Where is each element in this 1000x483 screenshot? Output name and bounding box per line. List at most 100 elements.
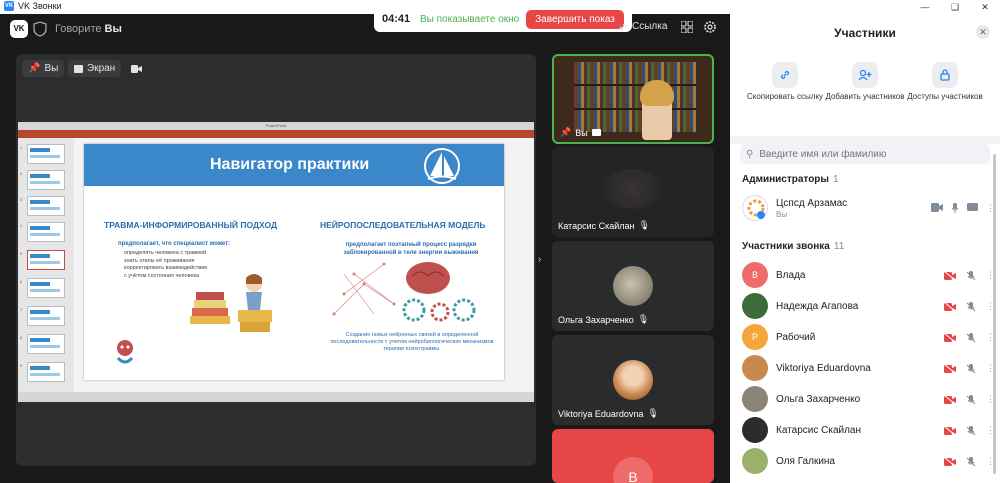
slide-thumb: 6 (20, 278, 65, 298)
copy-link-button[interactable]: Ссылка (618, 21, 667, 32)
participant-name: Viktoriya Eduardovna (776, 363, 871, 374)
tile-name: Вы (575, 127, 588, 138)
screen-share-icon[interactable] (967, 203, 978, 212)
participant-row[interactable]: В Влада ⋮ (742, 262, 995, 290)
camera-off-icon[interactable] (944, 456, 956, 467)
participant-row[interactable]: Р Рабочий ⋮ (742, 324, 995, 352)
participant-tile[interactable]: Ольга Захарченко 🎙 (552, 241, 714, 331)
mic-off-icon[interactable] (966, 270, 976, 281)
left-lead: предполагает, что специалист может: (118, 241, 231, 247)
pin-icon: 📌 (560, 127, 572, 137)
participants-panel: Участники ✕ Скопировать ссылку Добавить … (730, 14, 1000, 483)
link-label: Ссылка (632, 21, 668, 32)
participant-name: Ольга Захарченко (776, 394, 861, 405)
close-icon[interactable]: ✕ (976, 25, 990, 39)
avatar (742, 355, 768, 381)
mic-off-icon[interactable] (966, 332, 976, 343)
more-icon[interactable]: ⋮ (986, 363, 995, 374)
participant-row[interactable]: Viktoriya Eduardovna ⋮ (742, 355, 995, 383)
camera-off-icon[interactable] (944, 425, 956, 436)
camera-off-icon[interactable] (944, 394, 956, 405)
mic-icon[interactable] (951, 203, 959, 213)
participant-tile-me[interactable]: 📌 Вы (552, 54, 714, 144)
slide-thumbnails: 1 2 3 4 5 6 7 8 9 (18, 138, 74, 392)
admin-sub: Вы (776, 210, 788, 219)
window-title: VK Звонки (18, 1, 62, 11)
left-heading: ТРАВМА-ИНФОРМИРОВАННЫЙ ПОДХОД (104, 220, 278, 230)
avatar: В (742, 262, 768, 288)
pinned-chip[interactable]: 📌 Вы (22, 60, 65, 77)
participant-controls: ⋮ (944, 332, 995, 343)
admin-controls: ⋮ (931, 203, 995, 214)
slide-thumb: 8 (20, 334, 65, 354)
participant-controls: ⋮ (944, 425, 995, 436)
minimize-icon[interactable]: — (910, 0, 940, 14)
add-participants-action[interactable]: Добавить участников (825, 62, 905, 102)
participant-tile[interactable]: В (552, 429, 714, 483)
camera-icon[interactable] (931, 203, 943, 212)
maximize-icon[interactable]: ❑ (940, 0, 970, 14)
slide-thumb-selected: 5 (20, 250, 65, 270)
tile-name: Ольга Захарченко (558, 314, 634, 325)
mic-off-icon[interactable] (966, 394, 976, 405)
more-icon[interactable]: ⋮ (986, 332, 995, 343)
participant-controls: ⋮ (944, 270, 995, 281)
participant-tile[interactable]: Катарсис Скайлан 🎙 (552, 147, 714, 237)
more-icon[interactable]: ⋮ (986, 425, 995, 436)
camera-off-icon[interactable] (944, 332, 956, 343)
gear-icon[interactable] (703, 20, 717, 34)
search-input[interactable] (759, 148, 970, 160)
screen-chip[interactable]: Экран (68, 60, 122, 77)
avatar-initial: В (613, 457, 653, 483)
slide-title: Навигатор практики (210, 156, 370, 173)
window-controls: — ❑ ✕ (910, 0, 1000, 14)
slide-title-bar: Навигатор практики (84, 144, 504, 186)
shield-icon[interactable] (33, 21, 47, 37)
tile-label: Viktoriya Eduardovna 🎙 (558, 408, 659, 419)
more-icon[interactable]: ⋮ (986, 203, 995, 214)
ppt-ribbon (18, 130, 534, 138)
more-icon[interactable]: ⋮ (986, 394, 995, 405)
slide-thumb: 1 (20, 144, 65, 164)
mic-off-icon[interactable] (966, 456, 976, 467)
mic-off-icon: 🎙 (647, 408, 659, 418)
slide-thumb: 2 (20, 170, 65, 190)
close-icon[interactable]: ✕ (970, 0, 1000, 14)
add-user-icon (852, 62, 878, 88)
participant-controls: ⋮ (944, 301, 995, 312)
participant-row[interactable]: Катарсис Скайлан ⋮ (742, 417, 995, 445)
admin-row[interactable]: Цспсд Арзамас Вы ⋮ (742, 195, 995, 223)
stop-share-button[interactable]: Завершить показ (526, 10, 624, 29)
neuron-brain-illustration (332, 262, 476, 322)
avatar (742, 448, 768, 474)
avatar (613, 266, 653, 306)
video-hair (640, 80, 674, 106)
camera-off-icon[interactable] (944, 363, 956, 374)
tile-label: 📌 Вы (560, 127, 601, 138)
participant-tile[interactable]: Viktoriya Eduardovna 🎙 (552, 335, 714, 425)
participant-row[interactable]: Оля Галкина ⋮ (742, 448, 995, 476)
camera-icon[interactable] (131, 65, 142, 73)
participant-row[interactable]: Надежда Агапова ⋮ (742, 293, 995, 321)
mic-off-icon[interactable] (966, 301, 976, 312)
admins-count: 1 (832, 174, 839, 185)
mic-off-icon[interactable] (966, 363, 976, 374)
more-icon[interactable]: ⋮ (986, 301, 995, 312)
divider (730, 136, 1000, 144)
participant-row[interactable]: Ольга Захарченко ⋮ (742, 386, 995, 414)
camera-off-icon[interactable] (944, 301, 956, 312)
participant-search[interactable]: ⚲ (740, 144, 990, 164)
grid-view-icon[interactable] (681, 21, 693, 33)
app-title: VK VK Звонки (4, 1, 62, 11)
more-icon[interactable]: ⋮ (986, 270, 995, 281)
more-icon[interactable]: ⋮ (986, 456, 995, 467)
copy-link-action[interactable]: Скопировать ссылку (745, 62, 825, 102)
slide-thumb: 4 (20, 222, 65, 242)
pinned-name: Вы (44, 63, 59, 74)
participants-label: Участники звонка (742, 241, 830, 252)
scrollbar[interactable] (993, 154, 996, 474)
chevron-right-icon[interactable]: › (538, 254, 548, 266)
mic-off-icon[interactable] (966, 425, 976, 436)
participant-access-action[interactable]: Доступы участников (905, 62, 985, 102)
camera-off-icon[interactable] (944, 270, 956, 281)
